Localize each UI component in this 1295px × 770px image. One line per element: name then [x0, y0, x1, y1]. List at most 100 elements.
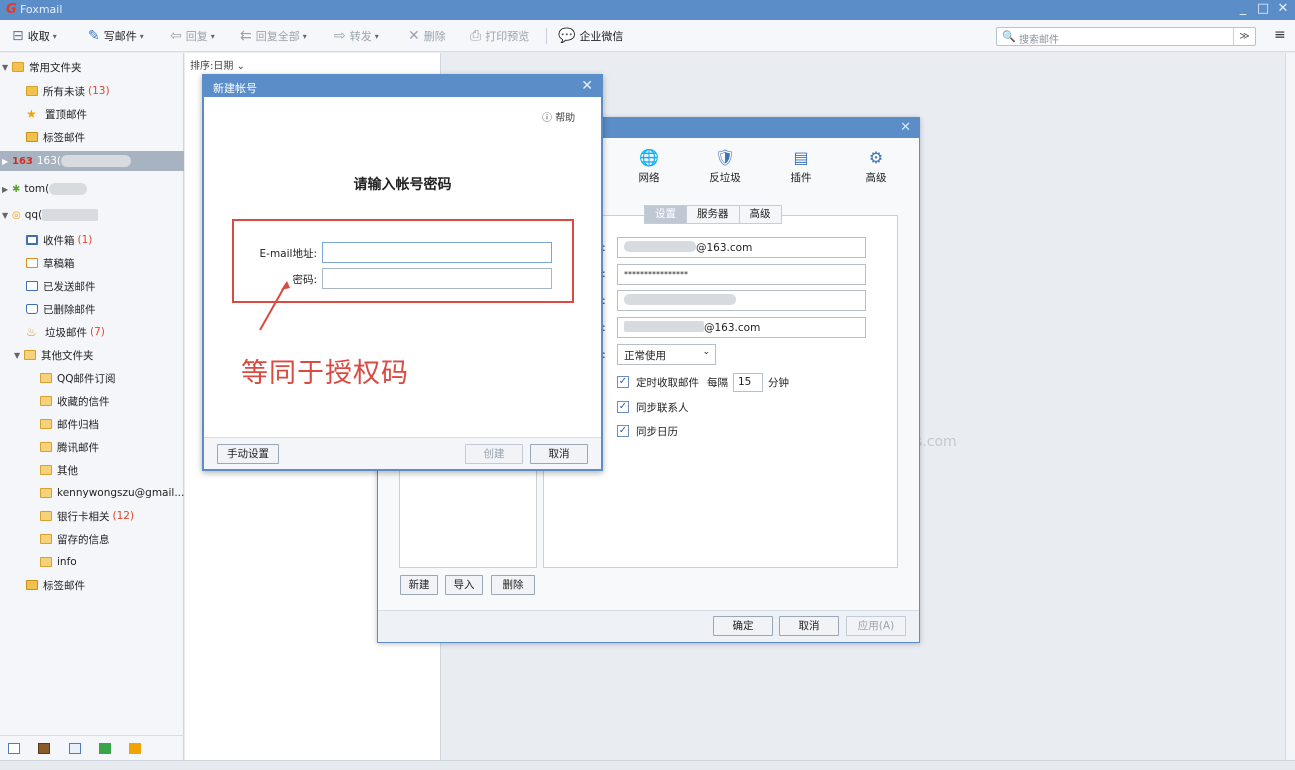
sidebar-item-archive[interactable]: 邮件归档 [40, 414, 99, 434]
new-account-button[interactable]: 新建 [400, 575, 438, 595]
manual-setup-button[interactable]: 手动设置 [217, 444, 279, 464]
folder-icon [40, 373, 52, 383]
dialog-header: 新建帐号 ✕ [204, 76, 601, 97]
vertical-scrollbar[interactable] [1285, 53, 1295, 760]
sidebar-item-info[interactable]: info [40, 552, 77, 572]
sidebar-item-saved[interactable]: 留存的信息 [40, 529, 110, 549]
category-antispam[interactable]: 🛡 反垃圾 [695, 148, 755, 185]
category-network[interactable]: 🌐 网络 [619, 148, 679, 185]
password-input[interactable] [322, 268, 552, 289]
search-box[interactable]: 🔍 搜索邮件 ≫ [996, 27, 1256, 46]
tab-advanced[interactable]: 高级 [738, 205, 782, 224]
search-icon: 🔍 [1002, 30, 1016, 43]
sort-dropdown[interactable]: 排序:日期 ⌄ [190, 57, 245, 72]
help-link[interactable]: ⓘ 帮助 [542, 109, 575, 124]
sidebar-item-pinned[interactable]: ★ 置顶邮件 [26, 104, 87, 124]
receive-interval-input[interactable]: 15 [733, 372, 763, 392]
expand-arrow-icon[interactable]: ▼ [2, 63, 12, 72]
redacted-text [624, 294, 736, 305]
email-input[interactable] [322, 242, 552, 263]
sidebar-item-account-163[interactable]: ▶ 163 163( [0, 151, 184, 171]
contacts-icon[interactable] [38, 743, 50, 754]
expand-arrow-icon[interactable]: ▶ [2, 185, 12, 194]
sidebar-item-favorites[interactable]: 收藏的信件 [40, 391, 110, 411]
reply-button[interactable]: ⇦ 回复 ▾ [170, 27, 215, 45]
sidebar-item-account-tom[interactable]: ▶ ✱ tom( [2, 179, 88, 199]
expand-arrow-icon[interactable]: ▶ [2, 157, 12, 166]
search-options-button[interactable]: ≫ [1233, 28, 1255, 45]
expand-arrow-icon[interactable]: ▼ [2, 211, 12, 220]
folder-icon [40, 419, 52, 429]
sidebar-item-deleted[interactable]: 已删除邮件 [26, 299, 96, 319]
delete-button[interactable]: ✕ 删除 [408, 27, 446, 45]
email-field[interactable]: @163.com [617, 237, 866, 258]
apply-button[interactable]: 应用(A) [846, 616, 906, 636]
rss-feed-icon[interactable] [129, 743, 141, 754]
expand-arrow-icon[interactable]: ▼ [14, 351, 24, 360]
sidebar-item-tagged[interactable]: 标签邮件 [26, 127, 85, 147]
tab-server[interactable]: 服务器 [686, 205, 740, 224]
ok-button[interactable]: 确定 [713, 616, 773, 636]
print-preview-button[interactable]: ⎙ 打印预览 [470, 27, 529, 45]
password-field[interactable]: **************** [617, 264, 866, 285]
tag-folder-icon [26, 132, 38, 142]
delete-account-button[interactable]: 删除 [491, 575, 535, 595]
cancel-button[interactable]: 取消 [779, 616, 839, 636]
sidebar-item-gmail[interactable]: kennywongszu@gmail.... [40, 483, 188, 503]
reply-all-button[interactable]: ⇇ 回复全部 ▾ [240, 27, 307, 45]
create-button[interactable]: 创建 [465, 444, 523, 464]
sync-calendar-checkbox[interactable]: ✓ 同步日历 [617, 423, 678, 439]
cancel-button[interactable]: 取消 [530, 444, 588, 464]
sidebar-item-account-qq[interactable]: ▼ ◎ qq( [2, 205, 99, 225]
tab-settings[interactable]: 设置 [644, 205, 687, 224]
account-status-select[interactable]: 正常使用 ⌄ [617, 344, 716, 365]
chevron-down-icon[interactable]: ▾ [53, 32, 57, 41]
printer-icon: ⎙ [470, 28, 482, 44]
mail-view-icon[interactable] [8, 743, 20, 754]
wecom-button[interactable]: 💬 企业微信 [558, 27, 623, 45]
display-name-field[interactable] [617, 290, 866, 311]
folder-icon [40, 442, 52, 452]
search-input[interactable]: 搜索邮件 [1019, 31, 1059, 46]
compose-button[interactable]: ✎ 写邮件 ▾ [88, 27, 144, 45]
bottom-nav [0, 735, 184, 761]
auto-receive-checkbox[interactable]: ✓ 定时收取邮件 每隔 15 分钟 [617, 372, 789, 392]
minimize-button[interactable]: _ [1234, 1, 1252, 16]
reply-email-field[interactable]: @163.com [617, 317, 866, 338]
category-plugins[interactable]: ▤ 插件 [771, 148, 831, 185]
sidebar-item-bank[interactable]: 银行卡相关 (12) [40, 506, 134, 526]
sidebar-item-qq-subscription[interactable]: QQ邮件订阅 [40, 368, 116, 388]
sidebar-item-other[interactable]: 其他 [40, 460, 78, 480]
sidebar-item-tagged-2[interactable]: 标签邮件 [26, 575, 85, 595]
sync-contacts-checkbox[interactable]: ✓ 同步联系人 [617, 399, 689, 415]
redacted-account-name [42, 209, 99, 221]
chevron-down-icon[interactable]: ▾ [211, 32, 215, 41]
maximize-button[interactable]: □ [1254, 1, 1272, 16]
import-button[interactable]: 导入 [445, 575, 483, 595]
chevron-down-icon[interactable]: ▾ [140, 32, 144, 41]
sidebar-item-sent[interactable]: 已发送邮件 [26, 276, 96, 296]
sidebar-item-all-unread[interactable]: 所有未读 (13) [26, 81, 110, 101]
sidebar-item-tencent[interactable]: 腾讯邮件 [40, 437, 99, 457]
calendar-icon[interactable] [69, 743, 81, 754]
close-icon[interactable]: ✕ [581, 78, 593, 94]
forward-button[interactable]: ⇨ 转发 ▾ [334, 27, 379, 45]
sidebar-item-inbox[interactable]: 收件箱 (1) [26, 230, 92, 250]
main-menu-icon[interactable]: ≡ [1274, 27, 1286, 43]
sidebar-item-common-folders[interactable]: ▼ 常用文件夹 [2, 57, 82, 77]
chevron-down-icon[interactable]: ▾ [303, 32, 307, 41]
sidebar-item-other-folders[interactable]: ▼ 其他文件夹 [14, 345, 94, 365]
redacted-account-name [61, 155, 132, 167]
dialog-title: 新建帐号 [213, 82, 257, 95]
receive-button[interactable]: ⊟ 收取 ▾ [12, 27, 57, 45]
chevron-down-icon[interactable]: ▾ [375, 32, 379, 41]
inbox-icon [26, 235, 38, 245]
sidebar-item-drafts[interactable]: 草稿箱 [26, 253, 75, 273]
inbox-tray-icon: ⊟ [12, 28, 24, 44]
category-advanced[interactable]: ⚙ 高级 [846, 148, 906, 185]
close-button[interactable]: ✕ [1274, 1, 1292, 16]
sidebar-item-spam[interactable]: ♨ 垃圾邮件 (7) [26, 322, 105, 342]
folder-icon [40, 511, 52, 521]
close-icon[interactable]: ✕ [900, 120, 911, 135]
notes-icon[interactable] [99, 743, 111, 754]
